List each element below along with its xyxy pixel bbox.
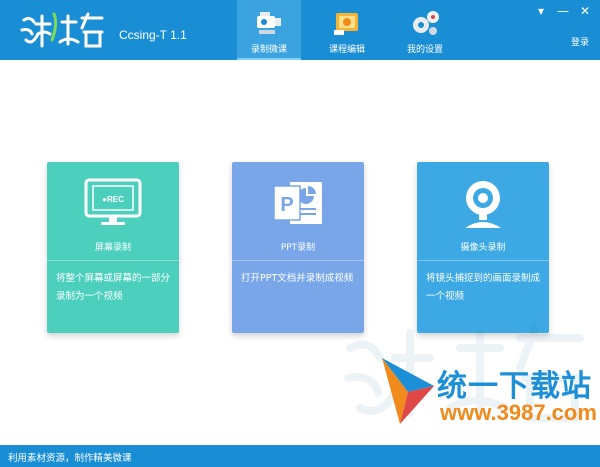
watermark-site-name: 统一下载站 <box>437 369 592 404</box>
card-title: 屏幕录制 <box>94 243 131 253</box>
card-description: 将镜头捕捉到的画面录制成 一个视频 <box>426 270 544 306</box>
card-header: ●REC 屏幕录制 <box>47 162 179 260</box>
webcam-icon <box>465 181 501 228</box>
status-bar: 利用素材资源，制作精美微课 <box>0 445 600 467</box>
tab-course-edit[interactable]: 课程编辑 <box>315 0 379 60</box>
screen-record-icon: ●REC <box>84 178 142 225</box>
video-edit-icon <box>334 13 358 35</box>
card-header: P PPT录制 <box>232 162 364 260</box>
card-title: PPT录制 <box>280 243 316 253</box>
title-bar: Ccsing-T 1.1 录制微课 课程编辑 我的设置 ▾ — ✕ 登录 <box>0 0 600 60</box>
powerpoint-icon: P <box>273 182 322 224</box>
card-title: 摄像头录制 <box>460 243 506 253</box>
app-title: Ccsing-T 1.1 <box>119 28 187 42</box>
ppt-letter: P <box>280 194 293 216</box>
card-desc-line: 打开PPT文档并录制成视频 <box>241 273 354 284</box>
tab-record-microlesson[interactable]: 录制微课 <box>237 0 301 60</box>
card-desc-line: 录制为一个视频 <box>56 291 123 302</box>
watermark-site-url: www.3987.com <box>440 400 597 425</box>
status-text: 利用素材资源，制作精美微课 <box>8 453 132 464</box>
tab-label: 录制微课 <box>250 45 287 55</box>
download-site-logo <box>382 358 434 424</box>
card-description: 将整个屏幕或屏幕的一部分 录制为一个视频 <box>56 270 174 306</box>
login-link[interactable]: 登录 <box>571 35 589 48</box>
ppt-record-card[interactable]: P PPT录制 打开PPT文档并录制成视频 <box>232 162 364 333</box>
screen-record-card[interactable]: ●REC 屏幕录制 将整个屏幕或屏幕的一部分 录制为一个视频 <box>47 162 179 333</box>
minimize-button[interactable]: — <box>555 4 571 18</box>
camcorder-icon <box>257 12 281 34</box>
menu-dropdown-icon[interactable]: ▾ <box>533 4 549 18</box>
card-header: 摄像头录制 <box>417 162 549 260</box>
card-divider <box>47 260 179 261</box>
card-divider <box>417 260 549 261</box>
card-divider <box>232 260 364 261</box>
camera-record-card[interactable]: 摄像头录制 将镜头捕捉到的画面录制成 一个视频 <box>417 162 549 333</box>
tab-my-settings[interactable]: 我的设置 <box>393 0 457 60</box>
tab-label: 课程编辑 <box>328 45 365 55</box>
rec-label: ●REC <box>102 195 124 204</box>
gears-icon <box>413 11 439 35</box>
card-description: 打开PPT文档并录制成视频 <box>241 270 359 288</box>
app-logo <box>20 12 104 48</box>
card-desc-line: 一个视频 <box>426 291 465 302</box>
tab-label: 我的设置 <box>406 45 443 55</box>
card-desc-line: 将镜头捕捉到的画面录制成 <box>426 273 541 284</box>
close-button[interactable]: ✕ <box>577 4 593 18</box>
card-desc-line: 将整个屏幕或屏幕的一部分 <box>56 273 171 284</box>
